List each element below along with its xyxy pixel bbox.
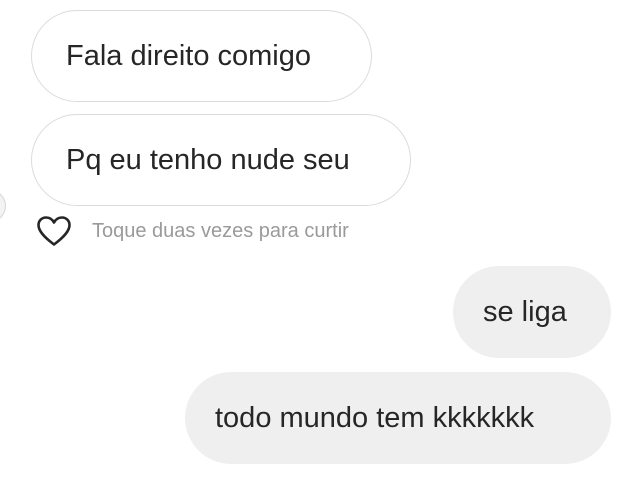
message-text: todo mundo tem kkkkkkk <box>215 401 535 434</box>
message-text: se liga <box>483 295 567 328</box>
sent-message-bubble[interactable]: todo mundo tem kkkkkkk <box>185 372 611 464</box>
sent-message-bubble[interactable]: se liga <box>453 266 611 358</box>
sender-avatar[interactable] <box>0 190 6 222</box>
received-message-bubble[interactable]: Pq eu tenho nude seu <box>31 114 411 206</box>
received-message-bubble[interactable]: Fala direito comigo <box>31 10 372 102</box>
dm-thread: Fala direito comigo Pq eu tenho nude seu… <box>0 0 640 481</box>
double-tap-to-like-hint: Toque duas vezes para curtir <box>92 219 349 242</box>
message-text: Pq eu tenho nude seu <box>66 143 350 176</box>
message-text: Fala direito comigo <box>66 39 311 72</box>
heart-icon[interactable] <box>36 215 72 247</box>
like-row: Toque duas vezes para curtir <box>36 212 349 250</box>
